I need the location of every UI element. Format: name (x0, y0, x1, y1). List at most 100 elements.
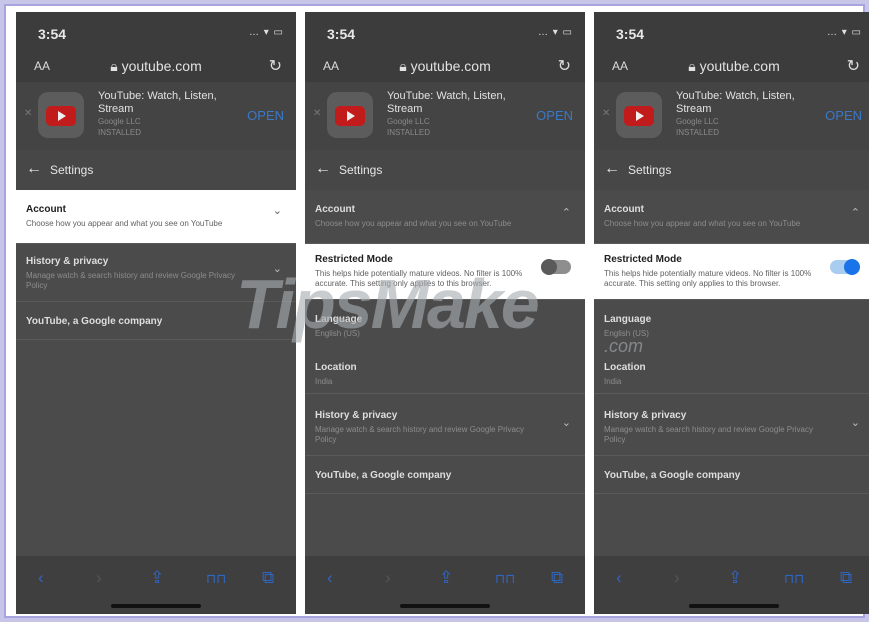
back-icon[interactable]: ‹ (38, 568, 44, 588)
location-row[interactable]: Location India (594, 352, 869, 394)
close-icon[interactable]: ✕ (602, 108, 610, 119)
settings-header: ← Settings (305, 150, 585, 190)
browser-address-bar[interactable]: AA 🔒︎ youtube.com ↻ (16, 50, 296, 82)
back-arrow-icon[interactable]: ← (604, 160, 620, 178)
restricted-mode-toggle[interactable] (541, 259, 571, 275)
url-text: youtube.com (699, 58, 780, 74)
chevron-up-icon: ⌃ (561, 207, 571, 219)
forward-icon[interactable]: › (96, 568, 102, 588)
account-subtitle: Choose how you appear and what you see o… (26, 219, 223, 228)
smart-app-banner: ✕ YouTube: Watch, Listen, Stream Google … (305, 82, 585, 151)
close-icon[interactable]: ✕ (313, 108, 321, 119)
status-bar: 3:54 … ▾ ▭ (594, 12, 869, 50)
chevron-up-icon: ⌃ (850, 207, 860, 219)
app-title: YouTube: Watch, Listen, Stream (676, 90, 795, 115)
lock-icon: 🔒︎ (110, 58, 122, 74)
youtube-logo-icon (624, 106, 654, 126)
settings-title: Settings (339, 163, 383, 177)
url-field[interactable]: 🔒︎ youtube.com (16, 58, 296, 75)
app-icon (616, 92, 662, 138)
status-bar: 3:54 … ▾ ▭ (16, 12, 296, 50)
back-arrow-icon[interactable]: ← (26, 160, 42, 178)
forward-icon[interactable]: › (674, 568, 680, 588)
account-title: Account (315, 204, 355, 215)
reload-icon[interactable]: ↻ (558, 56, 571, 76)
company-row[interactable]: YouTube, a Google company (305, 456, 585, 494)
smart-app-banner: ✕ YouTube: Watch, Listen, Stream Google … (16, 82, 296, 151)
bookmarks-icon[interactable]: ⊓⊓ (784, 571, 804, 587)
account-subtitle: Choose how you appear and what you see o… (315, 219, 512, 228)
language-title: Language (604, 314, 652, 325)
url-field[interactable]: 🔒︎ youtube.com (594, 58, 869, 75)
phone-screen-3: 3:54 … ▾ ▭ AA 🔒︎ youtube.com ↻ ✕ YouTube… (594, 12, 869, 614)
account-row[interactable]: Account Choose how you appear and what y… (16, 190, 296, 244)
home-indicator (400, 604, 490, 608)
back-icon[interactable]: ‹ (616, 568, 622, 588)
bookmarks-icon[interactable]: ⊓⊓ (495, 571, 515, 587)
browser-address-bar[interactable]: AA 🔒︎ youtube.com ↻ (594, 50, 869, 82)
restricted-mode-subtitle: This helps hide potentially mature video… (604, 269, 812, 288)
company-title: YouTube, a Google company (315, 470, 452, 481)
app-icon (38, 92, 84, 138)
history-privacy-title: History & privacy (604, 410, 687, 421)
settings-header: ← Settings (16, 150, 296, 190)
history-privacy-row[interactable]: History & privacy Manage watch & search … (305, 398, 585, 456)
app-install-status: INSTALLED (98, 128, 141, 137)
location-title: Location (315, 362, 357, 373)
url-field[interactable]: 🔒︎ youtube.com (305, 58, 585, 75)
status-icons: … ▾ ▭ (537, 27, 573, 38)
account-subtitle: Choose how you appear and what you see o… (604, 219, 801, 228)
status-icons: … ▾ ▭ (826, 27, 862, 38)
restricted-mode-title: Restricted Mode (604, 254, 682, 265)
account-row[interactable]: Account Choose how you appear and what y… (305, 190, 585, 244)
history-privacy-row[interactable]: History & privacy Manage watch & search … (594, 398, 869, 456)
restricted-mode-toggle[interactable] (830, 259, 860, 275)
share-icon[interactable]: ⇪ (728, 568, 742, 588)
browser-address-bar[interactable]: AA 🔒︎ youtube.com ↻ (305, 50, 585, 82)
settings-title: Settings (50, 163, 94, 177)
back-icon[interactable]: ‹ (327, 568, 333, 588)
app-developer: Google LLC (98, 117, 141, 126)
status-time: 3:54 (38, 26, 67, 42)
reload-icon[interactable]: ↻ (269, 56, 282, 76)
tabs-icon[interactable]: ⧉ (262, 568, 274, 588)
url-text: youtube.com (121, 58, 202, 74)
app-title: YouTube: Watch, Listen, Stream (98, 90, 217, 115)
share-icon[interactable]: ⇪ (439, 568, 453, 588)
history-privacy-title: History & privacy (315, 410, 398, 421)
tabs-icon[interactable]: ⧉ (840, 568, 852, 588)
open-app-button[interactable]: OPEN (247, 108, 284, 123)
history-privacy-subtitle: Manage watch & search history and review… (26, 271, 235, 290)
open-app-button[interactable]: OPEN (536, 108, 573, 123)
toggle-knob (844, 259, 860, 275)
location-title: Location (604, 362, 646, 373)
reload-icon[interactable]: ↻ (847, 56, 860, 76)
company-row[interactable]: YouTube, a Google company (594, 456, 869, 494)
company-title: YouTube, a Google company (604, 470, 741, 481)
restricted-mode-row[interactable]: Restricted Mode This helps hide potentia… (594, 244, 869, 300)
screenshot-frame: 3:54 … ▾ ▭ AA 🔒︎ youtube.com ↻ ✕ YouTube… (4, 4, 869, 618)
settings-header: ← Settings (594, 150, 869, 190)
watermark: TipsMake (236, 265, 540, 343)
browser-toolbar: ‹ › ⇪ ⊓⊓ ⧉ (594, 556, 869, 614)
browser-toolbar: ‹ › ⇪ ⊓⊓ ⧉ (16, 556, 296, 614)
back-arrow-icon[interactable]: ← (315, 160, 331, 178)
app-developer: Google LLC (676, 117, 719, 126)
open-app-button[interactable]: OPEN (825, 108, 862, 123)
account-row[interactable]: Account Choose how you appear and what y… (594, 190, 869, 244)
close-icon[interactable]: ✕ (24, 108, 32, 119)
share-icon[interactable]: ⇪ (150, 568, 164, 588)
account-title: Account (604, 204, 644, 215)
history-privacy-subtitle: Manage watch & search history and review… (315, 425, 524, 444)
tabs-icon[interactable]: ⧉ (551, 568, 563, 588)
youtube-logo-icon (335, 106, 365, 126)
home-indicator (689, 604, 779, 608)
bookmarks-icon[interactable]: ⊓⊓ (206, 571, 226, 587)
location-row[interactable]: Location India (305, 352, 585, 394)
status-time: 3:54 (616, 26, 645, 42)
app-icon (327, 92, 373, 138)
forward-icon[interactable]: › (385, 568, 391, 588)
status-bar: 3:54 … ▾ ▭ (305, 12, 585, 50)
chevron-down-icon: ⌄ (561, 417, 571, 429)
lock-icon: 🔒︎ (399, 58, 411, 74)
